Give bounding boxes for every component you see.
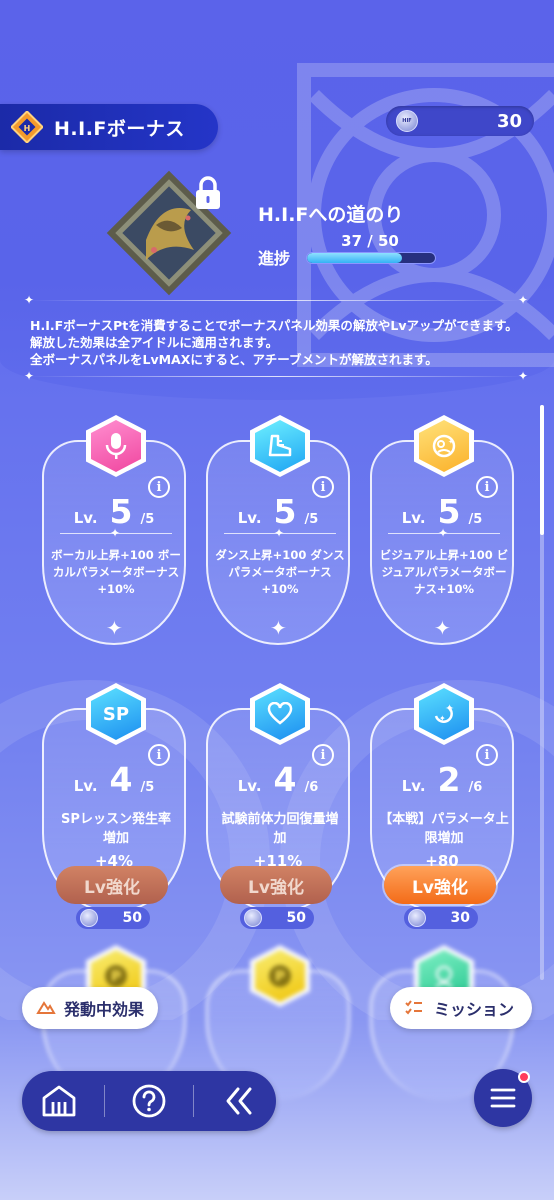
sparkle-icon: ✦ [106,616,123,640]
bonus-panel-vocal[interactable]: i Lv. 5 /5 ✦ ボーカル上昇+100 ボーカルパラメータボーナス+10… [42,415,186,645]
question-icon [132,1084,166,1118]
hamburger-icon [490,1088,516,1108]
sparkle-icon: ✦ [110,526,121,540]
sp-icon-text: SP [102,703,130,725]
level-label: Lv. [73,777,98,795]
svg-text:H: H [24,124,31,133]
svg-text:✦: ✦ [448,438,454,446]
progress-count: 37 / 50 [341,232,399,250]
hif-emblem-icon: H [10,110,44,144]
home-button[interactable] [29,1071,89,1131]
cost-value: 30 [450,910,470,926]
level-up-button[interactable]: Lv強化 [220,866,332,904]
hif-coin-icon: HIF [396,110,418,132]
svg-text:P: P [275,969,285,985]
cost-value: 50 [122,910,142,926]
level-up-button[interactable]: Lv強化 [56,866,168,904]
bonus-panel-visual[interactable]: ✦ i Lv. 5 /5 ✦ ビジュアル上昇+100 ビジュアルパラメータボーナ… [370,415,514,645]
hif-coin-icon [80,909,98,927]
bottom-nav [22,1071,276,1131]
panel-effect: ボーカル上昇+100 ボーカルパラメータボーナス+10% [51,548,181,596]
hif-points-value: 30 [496,110,522,132]
sparkle-icon: ✦ [270,616,287,640]
level-label: Lv. [237,777,262,795]
panel-effect: ダンス上昇+100 ダンスパラメータボーナス+10% [215,548,345,596]
svg-text:P: P [111,969,121,985]
svg-text:✦: ✦ [439,714,446,723]
level-value: 4 [109,760,133,799]
mission-label: ミッション [434,1000,515,1019]
panel-effect: 試験前体力回復量増加 [221,812,339,846]
level-label: Lv. [237,509,262,527]
description-text: H.I.FボーナスPtを消費することでボーナスパネル効果の解放やLvアップができ… [30,317,530,368]
hif-coin-icon [408,909,426,927]
progress-label: 進捗 [258,249,291,268]
scrollbar-thumb[interactable] [540,405,544,535]
panel-effect: ビジュアル上昇+100 ビジュアルパラメータボーナス+10% [379,548,509,596]
help-button[interactable] [119,1071,179,1131]
level-label: Lv. [401,777,426,795]
svg-text:✦: ✦ [445,702,454,715]
level-label: Lv. [73,509,98,527]
road-title: H.I.Fへの道のり [258,204,404,226]
sparkle-icon: ✦ [24,293,35,307]
progress-bar-fill [307,253,402,263]
lock-icon [196,176,220,209]
level-max: /6 [468,780,483,795]
sparkle-icon: ✦ [434,616,451,640]
level-max: /5 [304,512,319,527]
level-max: /5 [140,512,155,527]
upgrade-cost: 30 [404,907,478,929]
upgrade-cost: 50 [76,907,150,929]
upgrade-cost: 50 [240,907,314,929]
mission-button[interactable]: ミッション [390,987,532,1029]
bonus-panel-dance[interactable]: i Lv. 5 /5 ✦ ダンス上昇+100 ダンスパラメータボーナス+10% … [206,415,350,645]
notification-dot [518,1071,530,1083]
page-title: H.I.Fボーナス [54,117,185,140]
active-effects-button[interactable]: 発動中効果 [22,987,159,1029]
description-line: 全ボーナスパネルをLvMAXにすると、アチーブメントが解放されます。 [30,352,438,367]
sparkle-icon: ✦ [518,293,529,307]
title-banner: H H.I.Fボーナス [0,104,218,150]
sparkle-icon: ✦ [438,526,449,540]
hif-points-display: HIF 30 [386,106,534,136]
checklist-icon [405,1000,422,1015]
cost-value: 50 [286,910,306,926]
menu-button[interactable] [474,1069,532,1127]
hif-coin-icon [244,909,262,927]
progress-bar [306,252,436,264]
level-max: /6 [304,780,319,795]
panel-effect: 【本戦】パラメータ上限増加 [379,812,509,846]
home-icon [42,1085,76,1117]
sparkle-icon: ✦ [518,369,529,383]
level-max: /5 [468,512,483,527]
divider [28,300,526,301]
level-value: 4 [273,760,297,799]
sparkle-icon: ✦ [274,526,285,540]
panel-effect: SPレッスン発生率増加 [61,812,171,846]
level-value: 2 [437,760,461,799]
sparkle-icon: ✦ [24,369,35,383]
description-line: H.I.FボーナスPtを消費することでボーナスパネル効果の解放やLvアップができ… [30,318,518,350]
divider [28,376,526,377]
back-button[interactable] [209,1071,269,1131]
active-effects-label: 発動中効果 [64,1000,145,1019]
double-chevron-left-icon [226,1087,252,1115]
level-label: Lv. [401,509,426,527]
level-up-button[interactable]: Lv強化 [384,866,496,904]
effects-icon [36,1001,56,1014]
level-max: /5 [140,780,155,795]
